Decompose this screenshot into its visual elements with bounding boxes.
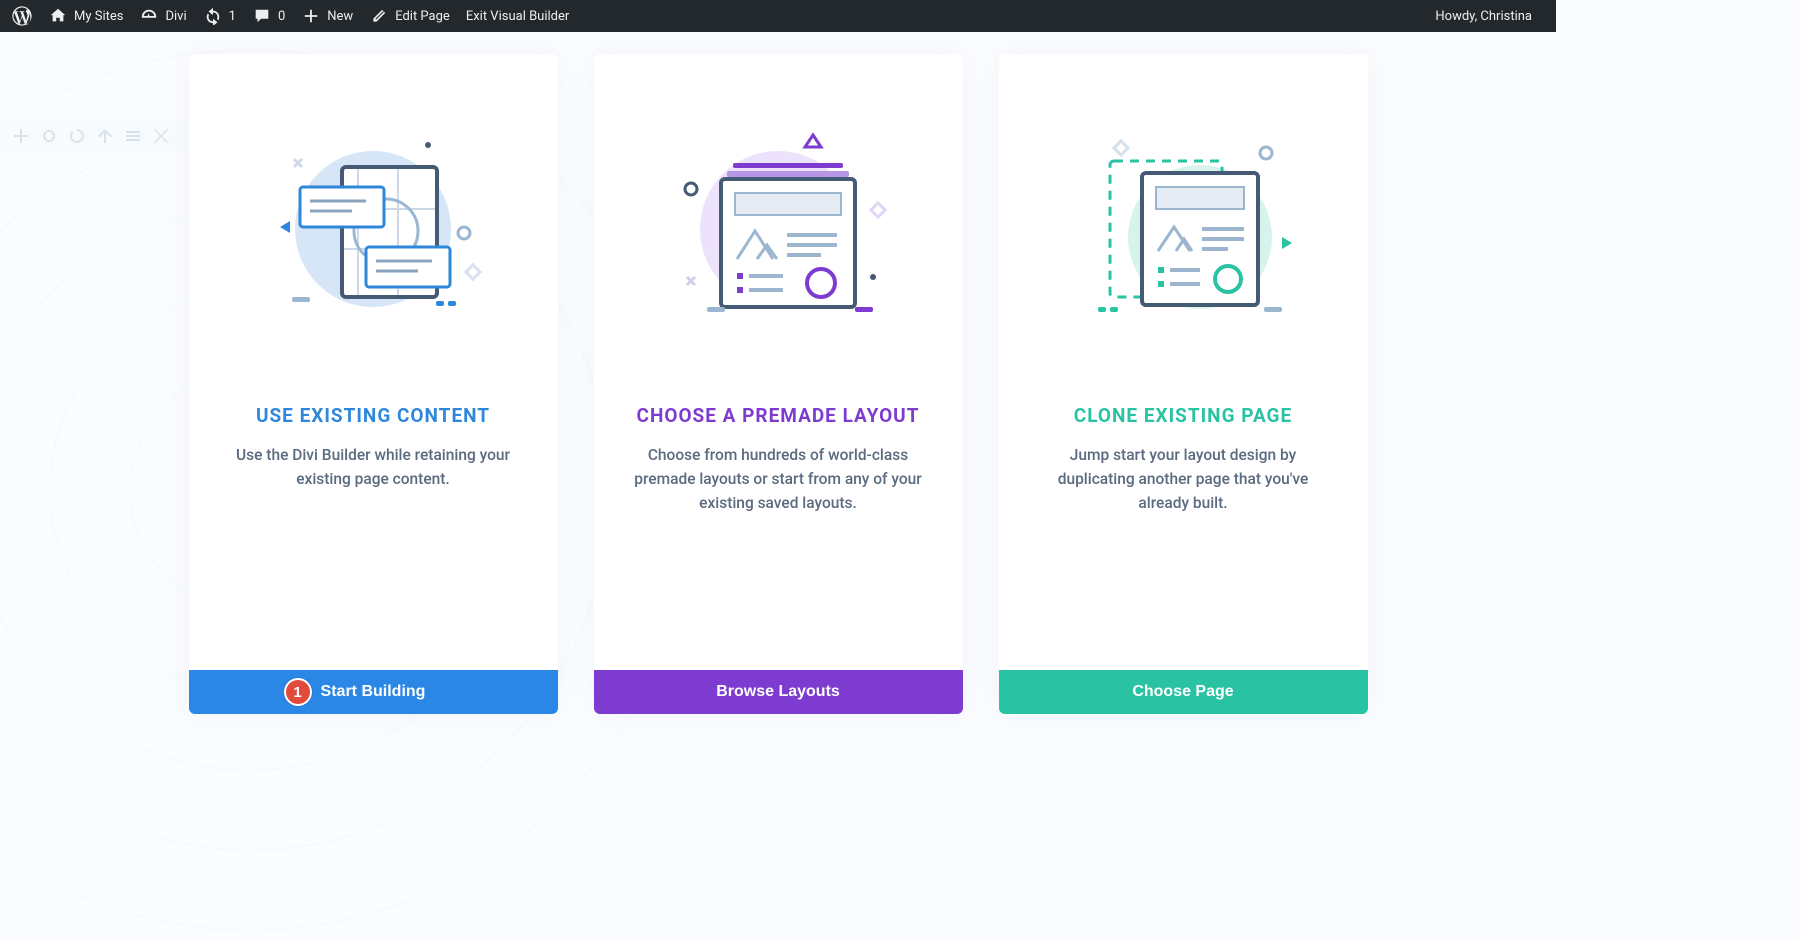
card-title: CHOOSE A PREMADE LAYOUT: [594, 404, 963, 427]
gauge-icon: [139, 6, 159, 26]
wp-admin-bar: My Sites Divi 1 0 New: [0, 0, 1556, 32]
house-icon: [48, 6, 68, 26]
card-description: Choose from hundreds of world-class prem…: [594, 427, 963, 515]
edit-page-label: Edit Page: [395, 9, 450, 24]
card-description: Use the Divi Builder while retaining you…: [189, 427, 558, 491]
wordpress-menu[interactable]: [4, 0, 40, 32]
card-title: CLONE EXISTING PAGE: [999, 404, 1368, 427]
choose-page-button[interactable]: Choose Page: [999, 670, 1368, 714]
account-link[interactable]: Howdy, Christina: [1427, 9, 1540, 24]
builder-choice-cards: USE EXISTING CONTENT Use the Divi Builde…: [0, 32, 1556, 714]
greeting-label: Howdy, Christina: [1435, 9, 1532, 24]
edit-page-link[interactable]: Edit Page: [361, 0, 458, 32]
exit-vb-label: Exit Visual Builder: [466, 9, 569, 24]
pencil-icon: [369, 6, 389, 26]
new-link[interactable]: New: [293, 0, 361, 32]
wordpress-logo-icon: [12, 6, 32, 26]
plus-icon: [301, 6, 321, 26]
comments-link[interactable]: 0: [244, 0, 293, 32]
updates-link[interactable]: 1: [195, 0, 244, 32]
card-description: Jump start your layout design by duplica…: [999, 427, 1368, 515]
site-name-label: Divi: [165, 9, 186, 24]
comments-count: 0: [278, 9, 285, 24]
new-label: New: [327, 9, 353, 24]
exit-visual-builder-link[interactable]: Exit Visual Builder: [458, 0, 577, 32]
button-label: Choose Page: [1132, 683, 1233, 701]
clone-page-illustration: [999, 54, 1368, 364]
site-link[interactable]: Divi: [131, 0, 194, 32]
updates-count: 1: [229, 9, 236, 24]
premade-layout-illustration: [594, 54, 963, 364]
browse-layouts-button[interactable]: Browse Layouts: [594, 670, 963, 714]
my-sites-link[interactable]: My Sites: [40, 0, 131, 32]
step-badge: 1: [284, 678, 312, 706]
use-existing-content-card: USE EXISTING CONTENT Use the Divi Builde…: [189, 54, 558, 714]
refresh-icon: [203, 6, 223, 26]
start-building-button[interactable]: 1 Start Building: [189, 670, 558, 714]
button-label: Browse Layouts: [716, 683, 840, 701]
wp-admin-bar-left: My Sites Divi 1 0 New: [4, 0, 577, 32]
existing-content-illustration: [189, 54, 558, 364]
comment-icon: [252, 6, 272, 26]
wp-admin-bar-right: Howdy, Christina: [1427, 9, 1548, 24]
my-sites-label: My Sites: [74, 9, 123, 24]
button-label: Start Building: [321, 683, 426, 701]
choose-premade-layout-card: CHOOSE A PREMADE LAYOUT Choose from hund…: [594, 54, 963, 714]
clone-existing-page-card: CLONE EXISTING PAGE Jump start your layo…: [999, 54, 1368, 714]
card-title: USE EXISTING CONTENT: [189, 404, 558, 427]
